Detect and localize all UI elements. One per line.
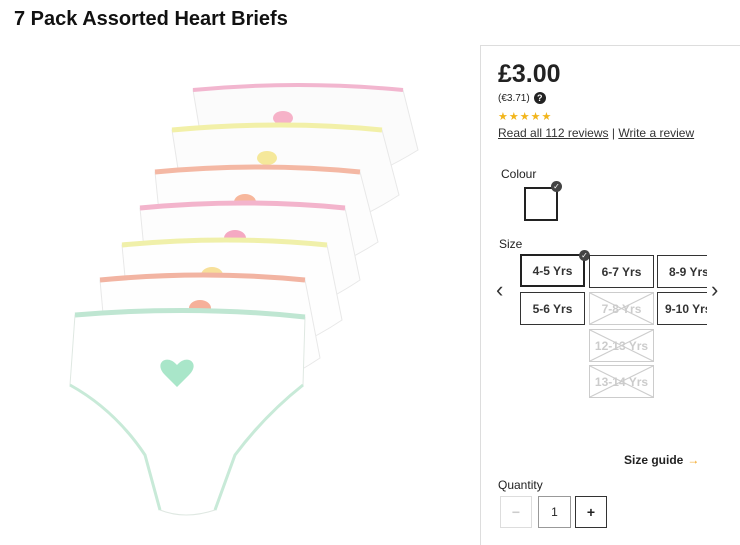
colour-selected-check-icon: ✓ [551, 181, 562, 192]
read-reviews-link[interactable]: Read all 112 reviews [498, 126, 609, 140]
brief-1 [69, 307, 306, 516]
arrow-right-icon: → [687, 453, 700, 467]
size-prev-arrow-icon[interactable]: ‹ [496, 277, 503, 303]
reviews-separator: | [611, 126, 615, 140]
quantity-increase-button[interactable]: + [575, 496, 607, 528]
colour-swatch-white[interactable] [524, 187, 558, 221]
size-next-arrow-icon[interactable]: › [711, 277, 718, 303]
price: £3.00 [498, 60, 561, 88]
size-option: 7-8 Yrs [589, 292, 654, 325]
help-icon[interactable]: ? [533, 92, 546, 104]
quantity-label: Quantity [498, 478, 543, 492]
price-eur: (€3.71) [498, 92, 530, 104]
quantity-input[interactable] [538, 496, 571, 528]
size-option[interactable]: 4-5 Yrs [520, 254, 585, 287]
price-eur-row: (€3.71) ? [498, 92, 546, 104]
colour-label: Colour [501, 167, 537, 181]
size-option[interactable]: 8-9 Yrs [657, 255, 707, 288]
rating-stars: ★★★★★ [498, 111, 553, 123]
size-guide-label: Size guide [624, 453, 684, 467]
reviews-row: Read all 112 reviews | Write a review [498, 126, 694, 140]
size-option[interactable]: 5-6 Yrs [520, 292, 585, 325]
size-option: 13-14 Yrs [589, 365, 654, 398]
product-image [69, 83, 419, 516]
write-review-link[interactable]: Write a review [618, 126, 694, 140]
product-title: 7 Pack Assorted Heart Briefs [14, 8, 288, 30]
quantity-decrease-button[interactable]: − [500, 496, 532, 528]
size-label: Size [499, 237, 523, 251]
size-option: 12-13 Yrs [589, 329, 654, 362]
size-option[interactable]: 9-10 Yrs [657, 292, 707, 325]
size-guide-link[interactable]: Size guide → [624, 453, 699, 467]
size-option[interactable]: 6-7 Yrs [589, 255, 654, 288]
